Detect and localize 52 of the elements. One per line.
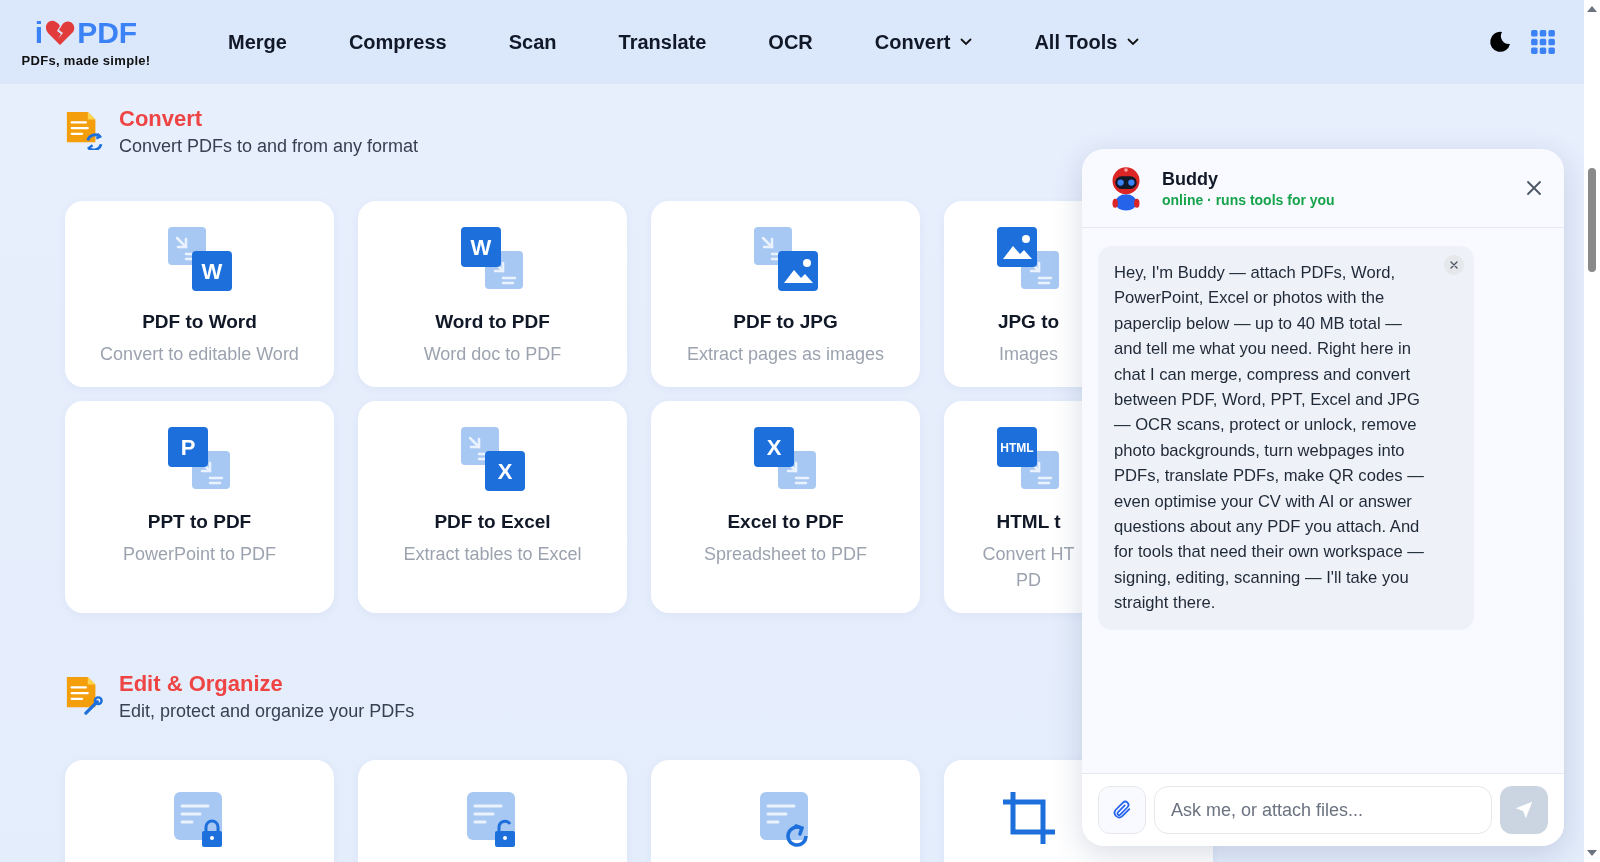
section-title: Convert [119, 106, 204, 132]
nav-link[interactable]: Compress [348, 30, 447, 54]
card-description: Spreadsheet to PDF [703, 543, 868, 566]
scroll-down-icon[interactable] [1587, 850, 1597, 856]
card-title: HTML t [996, 511, 1061, 533]
tool-card[interactable]: W PDF to Word Convert to editable Word [65, 201, 334, 387]
card-title: Word to PDF [435, 311, 550, 333]
scroll-up-icon[interactable] [1587, 6, 1597, 12]
tool-card[interactable]: W Word to PDF Word doc to PDF [358, 201, 627, 387]
nav-link[interactable]: Convert [874, 30, 973, 54]
chat-name: Buddy [1162, 168, 1219, 190]
card-title: JPG to [997, 311, 1060, 333]
card-title: PPT to PDF [147, 511, 252, 533]
nav-link[interactable]: Translate [618, 30, 707, 54]
card-description: Extract tables to Excel [403, 543, 582, 566]
tool-card[interactable]: X PDF to Excel Extract tables to Excel [358, 401, 627, 613]
image-convert-icon [753, 227, 818, 291]
tool-card[interactable]: P PPT to PDF PowerPoint to PDF [65, 401, 334, 613]
image-convert-icon [996, 227, 1061, 291]
nav-link[interactable]: All Tools [1034, 30, 1140, 54]
broken-heart-icon [45, 19, 76, 46]
logo-text: PDF [77, 16, 138, 49]
message-input[interactable]: Ask me, or attach files... [1154, 786, 1492, 834]
scrollbar-thumb[interactable] [1588, 168, 1596, 272]
attach-button[interactable] [1098, 786, 1146, 834]
card-description: Extract pages as images [686, 343, 885, 366]
card-title: PDF to Excel [434, 511, 551, 533]
section-subtitle: Edit, protect and organize your PDFs [119, 701, 415, 722]
nav-link[interactable]: OCR [768, 30, 813, 54]
document-wrench-icon [65, 675, 103, 715]
card-description: Word doc to PDF [423, 343, 562, 366]
section-subtitle: Convert PDFs to and from any format [119, 136, 419, 157]
card-description: Images [999, 343, 1058, 366]
close-icon[interactable] [1526, 180, 1542, 196]
moon-icon[interactable] [1488, 30, 1512, 54]
tool-card[interactable]: X Excel to PDF Spreadsheet to PDF [651, 401, 920, 613]
logo-tagline: PDFs, made simple! [21, 52, 151, 68]
card-title: Excel to PDF [727, 511, 844, 533]
dismiss-icon[interactable] [1444, 255, 1464, 275]
card-description: PowerPoint to PDF [122, 543, 277, 566]
card-title: PDF to JPG [733, 311, 838, 333]
card-description: Convert HT PD [982, 543, 1075, 592]
paperclip-icon [1111, 799, 1133, 821]
section-title: Edit & Organize [119, 671, 284, 697]
card-title: PDF to Word [142, 311, 257, 333]
tool-card[interactable]: PDF to JPG Extract pages as images [651, 201, 920, 387]
nav-link[interactable]: Merge [228, 30, 287, 54]
logo-text: i [34, 16, 44, 49]
document-sync-icon [65, 110, 103, 150]
apps-grid-icon[interactable] [1530, 29, 1556, 55]
card-description: Convert to editable Word [100, 343, 299, 366]
nav-link[interactable]: Scan [508, 30, 557, 54]
